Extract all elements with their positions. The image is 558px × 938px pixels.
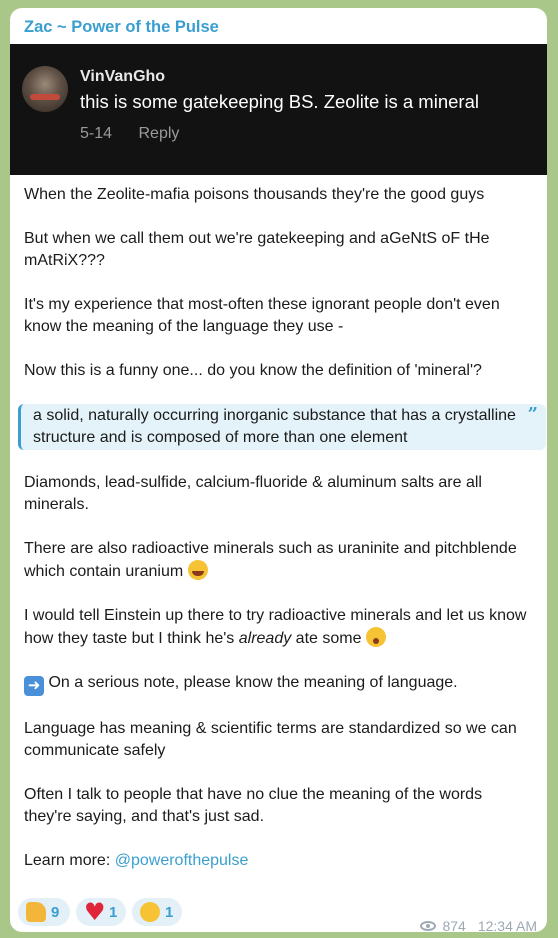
timestamp: 12:34 AM	[477, 918, 537, 932]
learn-more-prefix: Learn more:	[24, 852, 115, 869]
reaction-count: 1	[165, 903, 174, 921]
comment-meta: 5-14 Reply	[80, 125, 179, 143]
quote-text: a solid, naturally occurring inorganic s…	[33, 407, 516, 446]
surprised-face-icon	[365, 627, 386, 647]
heart-icon	[84, 898, 106, 926]
message-meta: 874 12:34 AM	[420, 918, 537, 932]
thinking-face-icon	[140, 902, 160, 922]
laughing-face-icon	[187, 560, 208, 580]
paragraph: There are also radioactive minerals such…	[24, 538, 534, 583]
message-bubble: Zac ~ Power of the Pulse VinVanGho this …	[10, 8, 547, 932]
paragraph: ➜ On a serious note, please know the mea…	[24, 672, 534, 696]
comment-username: VinVanGho	[80, 68, 166, 85]
paragraph: It's my experience that most-often these…	[24, 296, 500, 335]
sender-name[interactable]: Zac ~ Power of the Pulse	[24, 18, 219, 37]
quote-mark-icon: ”	[527, 404, 538, 425]
reaction-thumbs-up[interactable]: 9	[18, 898, 70, 926]
reaction-count: 1	[109, 903, 118, 921]
message-footer: 9 1 1 874 12:34 AM	[10, 898, 547, 932]
paragraph-text: There are also radioactive minerals such…	[24, 540, 517, 580]
blockquote: a solid, naturally occurring inorganic s…	[18, 404, 546, 450]
reaction-heart[interactable]: 1	[76, 898, 126, 926]
comment-date: 5-14	[80, 125, 113, 142]
right-arrow-icon: ➜	[24, 676, 44, 696]
avatar	[22, 66, 68, 112]
einstein-after: ate some	[291, 630, 362, 647]
paragraph: Learn more: @powerofthepulse	[24, 850, 534, 872]
reaction-thinking[interactable]: 1	[132, 898, 182, 926]
paragraph: Language has meaning & scientific terms …	[24, 720, 517, 759]
reaction-count: 9	[51, 903, 60, 921]
eye-icon	[420, 921, 437, 931]
view-count: 874	[442, 918, 466, 932]
paragraph: But when we call them out we're gatekeep…	[24, 230, 490, 269]
embedded-screenshot[interactable]: VinVanGho this is some gatekeeping BS. Z…	[10, 44, 547, 175]
thumbs-up-icon	[26, 902, 46, 922]
message-text: When the Zeolite-mafia poisons thousands…	[18, 184, 546, 872]
paragraph: Now this is a funny one... do you know t…	[24, 362, 482, 379]
comment-reply-label: Reply	[138, 125, 180, 142]
paragraph: Often I talk to people that have no clue…	[24, 786, 483, 825]
comment-text: this is some gatekeeping BS. Zeolite is …	[80, 91, 479, 112]
channel-link[interactable]: @powerofthepulse	[115, 852, 249, 869]
paragraph: Diamonds, lead-sulfide, calcium-fluoride…	[24, 474, 482, 513]
einstein-italic: already	[238, 630, 292, 647]
paragraph: I would tell Einstein up there to try ra…	[24, 605, 534, 650]
paragraph: When the Zeolite-mafia poisons thousands…	[24, 186, 485, 203]
serious-note: On a serious note, please know the meani…	[48, 674, 458, 691]
